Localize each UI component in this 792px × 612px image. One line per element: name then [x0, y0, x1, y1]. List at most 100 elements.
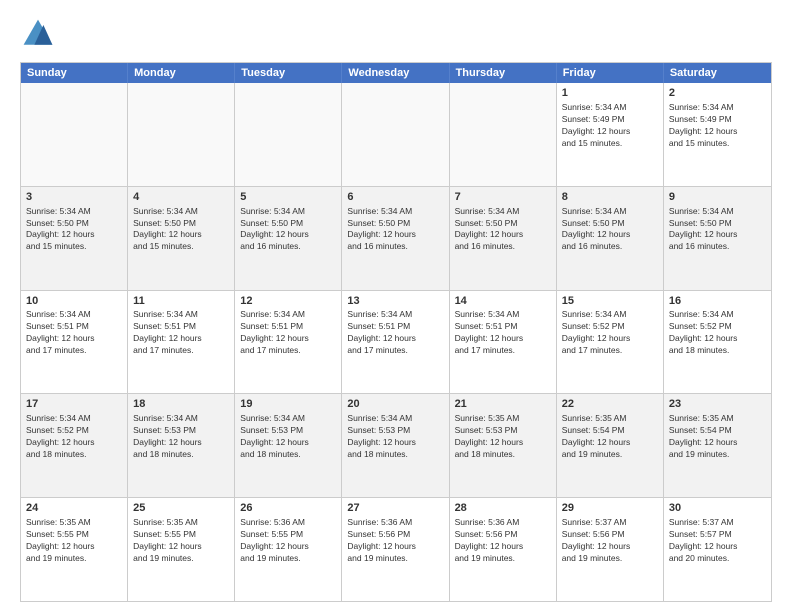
cell-detail: Sunrise: 5:34 AM Sunset: 5:50 PM Dayligh… [562, 206, 658, 254]
day-number: 21 [455, 397, 551, 412]
day-number: 1 [562, 86, 658, 101]
cal-cell: 29Sunrise: 5:37 AM Sunset: 5:56 PM Dayli… [557, 498, 664, 601]
cell-detail: Sunrise: 5:34 AM Sunset: 5:53 PM Dayligh… [133, 413, 229, 461]
day-number: 28 [455, 501, 551, 516]
cell-detail: Sunrise: 5:34 AM Sunset: 5:52 PM Dayligh… [669, 309, 766, 357]
day-number: 2 [669, 86, 766, 101]
day-number: 22 [562, 397, 658, 412]
cell-detail: Sunrise: 5:36 AM Sunset: 5:56 PM Dayligh… [455, 517, 551, 565]
cell-detail: Sunrise: 5:34 AM Sunset: 5:51 PM Dayligh… [455, 309, 551, 357]
cal-cell: 6Sunrise: 5:34 AM Sunset: 5:50 PM Daylig… [342, 187, 449, 290]
cal-cell: 18Sunrise: 5:34 AM Sunset: 5:53 PM Dayli… [128, 394, 235, 497]
header-day-sunday: Sunday [21, 63, 128, 83]
calendar: SundayMondayTuesdayWednesdayThursdayFrid… [20, 62, 772, 602]
day-number: 11 [133, 294, 229, 309]
day-number: 13 [347, 294, 443, 309]
cal-cell: 22Sunrise: 5:35 AM Sunset: 5:54 PM Dayli… [557, 394, 664, 497]
header-day-monday: Monday [128, 63, 235, 83]
cal-cell: 10Sunrise: 5:34 AM Sunset: 5:51 PM Dayli… [21, 291, 128, 394]
cell-detail: Sunrise: 5:34 AM Sunset: 5:49 PM Dayligh… [669, 102, 766, 150]
cell-detail: Sunrise: 5:35 AM Sunset: 5:53 PM Dayligh… [455, 413, 551, 461]
cal-cell: 21Sunrise: 5:35 AM Sunset: 5:53 PM Dayli… [450, 394, 557, 497]
week-row-2: 3Sunrise: 5:34 AM Sunset: 5:50 PM Daylig… [21, 186, 771, 290]
day-number: 18 [133, 397, 229, 412]
cell-detail: Sunrise: 5:35 AM Sunset: 5:55 PM Dayligh… [133, 517, 229, 565]
day-number: 4 [133, 190, 229, 205]
cell-detail: Sunrise: 5:35 AM Sunset: 5:54 PM Dayligh… [669, 413, 766, 461]
cal-cell [235, 83, 342, 186]
day-number: 6 [347, 190, 443, 205]
cal-cell: 2Sunrise: 5:34 AM Sunset: 5:49 PM Daylig… [664, 83, 771, 186]
cal-cell: 19Sunrise: 5:34 AM Sunset: 5:53 PM Dayli… [235, 394, 342, 497]
day-number: 23 [669, 397, 766, 412]
header [20, 16, 772, 52]
cell-detail: Sunrise: 5:34 AM Sunset: 5:50 PM Dayligh… [669, 206, 766, 254]
day-number: 16 [669, 294, 766, 309]
cal-cell [450, 83, 557, 186]
day-number: 29 [562, 501, 658, 516]
cal-cell: 1Sunrise: 5:34 AM Sunset: 5:49 PM Daylig… [557, 83, 664, 186]
day-number: 19 [240, 397, 336, 412]
cal-cell: 27Sunrise: 5:36 AM Sunset: 5:56 PM Dayli… [342, 498, 449, 601]
header-day-wednesday: Wednesday [342, 63, 449, 83]
day-number: 27 [347, 501, 443, 516]
cell-detail: Sunrise: 5:34 AM Sunset: 5:51 PM Dayligh… [240, 309, 336, 357]
cell-detail: Sunrise: 5:34 AM Sunset: 5:49 PM Dayligh… [562, 102, 658, 150]
day-number: 26 [240, 501, 336, 516]
cal-cell: 26Sunrise: 5:36 AM Sunset: 5:55 PM Dayli… [235, 498, 342, 601]
cell-detail: Sunrise: 5:34 AM Sunset: 5:50 PM Dayligh… [240, 206, 336, 254]
header-day-friday: Friday [557, 63, 664, 83]
cell-detail: Sunrise: 5:34 AM Sunset: 5:52 PM Dayligh… [26, 413, 122, 461]
cal-cell: 3Sunrise: 5:34 AM Sunset: 5:50 PM Daylig… [21, 187, 128, 290]
calendar-header: SundayMondayTuesdayWednesdayThursdayFrid… [21, 63, 771, 83]
week-row-3: 10 Sunrise: 5:34 AM Sunset: 5:51 PM Dayli… [21, 290, 771, 394]
cal-cell [21, 83, 128, 186]
week-row-5: 24Sunrise: 5:35 AM Sunset: 5:55 PM Dayli… [21, 497, 771, 601]
day-number: 20 [347, 397, 443, 412]
day-number: 3 [26, 190, 122, 205]
cell-detail: Sunrise: 5:34 AM Sunset: 5:50 PM Dayligh… [133, 206, 229, 254]
cal-cell: 11Sunrise: 5:34 AM Sunset: 5:51 PM Dayli… [128, 291, 235, 394]
day-number: 25 [133, 501, 229, 516]
cell-detail: Sunrise: 5:37 AM Sunset: 5:57 PM Dayligh… [669, 517, 766, 565]
cal-cell: 7Sunrise: 5:34 AM Sunset: 5:50 PM Daylig… [450, 187, 557, 290]
day-number: 15 [562, 294, 658, 309]
cal-cell [342, 83, 449, 186]
cell-detail: Sunrise: 5:34 AM Sunset: 5:50 PM Dayligh… [347, 206, 443, 254]
cal-cell: 24Sunrise: 5:35 AM Sunset: 5:55 PM Dayli… [21, 498, 128, 601]
cal-cell: 9Sunrise: 5:34 AM Sunset: 5:50 PM Daylig… [664, 187, 771, 290]
cal-cell: 5Sunrise: 5:34 AM Sunset: 5:50 PM Daylig… [235, 187, 342, 290]
cell-detail: Sunrise: 5:34 AM Sunset: 5:51 PM Dayligh… [133, 309, 229, 357]
cell-detail: Sunrise: 5:35 AM Sunset: 5:54 PM Dayligh… [562, 413, 658, 461]
cell-detail: Sunrise: 5:37 AM Sunset: 5:56 PM Dayligh… [562, 517, 658, 565]
day-number: 17 [26, 397, 122, 412]
day-number: 9 [669, 190, 766, 205]
cal-cell: 15Sunrise: 5:34 AM Sunset: 5:52 PM Dayli… [557, 291, 664, 394]
week-row-1: 1Sunrise: 5:34 AM Sunset: 5:49 PM Daylig… [21, 83, 771, 186]
logo-icon [20, 16, 56, 52]
day-number: 7 [455, 190, 551, 205]
logo [20, 16, 60, 52]
cal-cell: 17Sunrise: 5:34 AM Sunset: 5:52 PM Dayli… [21, 394, 128, 497]
week-row-4: 17Sunrise: 5:34 AM Sunset: 5:52 PM Dayli… [21, 393, 771, 497]
cell-detail: Sunrise: 5:34 AM Sunset: 5:50 PM Dayligh… [26, 206, 122, 254]
day-number: 30 [669, 501, 766, 516]
header-day-tuesday: Tuesday [235, 63, 342, 83]
cell-detail: Sunrise: 5:34 AM Sunset: 5:51 PM Dayligh… [347, 309, 443, 357]
calendar-body: 1Sunrise: 5:34 AM Sunset: 5:49 PM Daylig… [21, 83, 771, 601]
cal-cell: 13Sunrise: 5:34 AM Sunset: 5:51 PM Dayli… [342, 291, 449, 394]
cal-cell: 12Sunrise: 5:34 AM Sunset: 5:51 PM Dayli… [235, 291, 342, 394]
cal-cell: 28Sunrise: 5:36 AM Sunset: 5:56 PM Dayli… [450, 498, 557, 601]
cell-detail: Sunrise: 5:36 AM Sunset: 5:56 PM Dayligh… [347, 517, 443, 565]
page: SundayMondayTuesdayWednesdayThursdayFrid… [0, 0, 792, 612]
day-number: 8 [562, 190, 658, 205]
cell-detail: Sunrise: 5:34 AM Sunset: 5:53 PM Dayligh… [347, 413, 443, 461]
cell-detail: Sunrise: 5:34 AM Sunset: 5:52 PM Dayligh… [562, 309, 658, 357]
cal-cell: 20Sunrise: 5:34 AM Sunset: 5:53 PM Dayli… [342, 394, 449, 497]
day-number: 10 [26, 294, 122, 309]
cal-cell: 4Sunrise: 5:34 AM Sunset: 5:50 PM Daylig… [128, 187, 235, 290]
cal-cell: 25Sunrise: 5:35 AM Sunset: 5:55 PM Dayli… [128, 498, 235, 601]
header-day-saturday: Saturday [664, 63, 771, 83]
cal-cell: 14Sunrise: 5:34 AM Sunset: 5:51 PM Dayli… [450, 291, 557, 394]
cell-detail: Sunrise: 5:36 AM Sunset: 5:55 PM Dayligh… [240, 517, 336, 565]
